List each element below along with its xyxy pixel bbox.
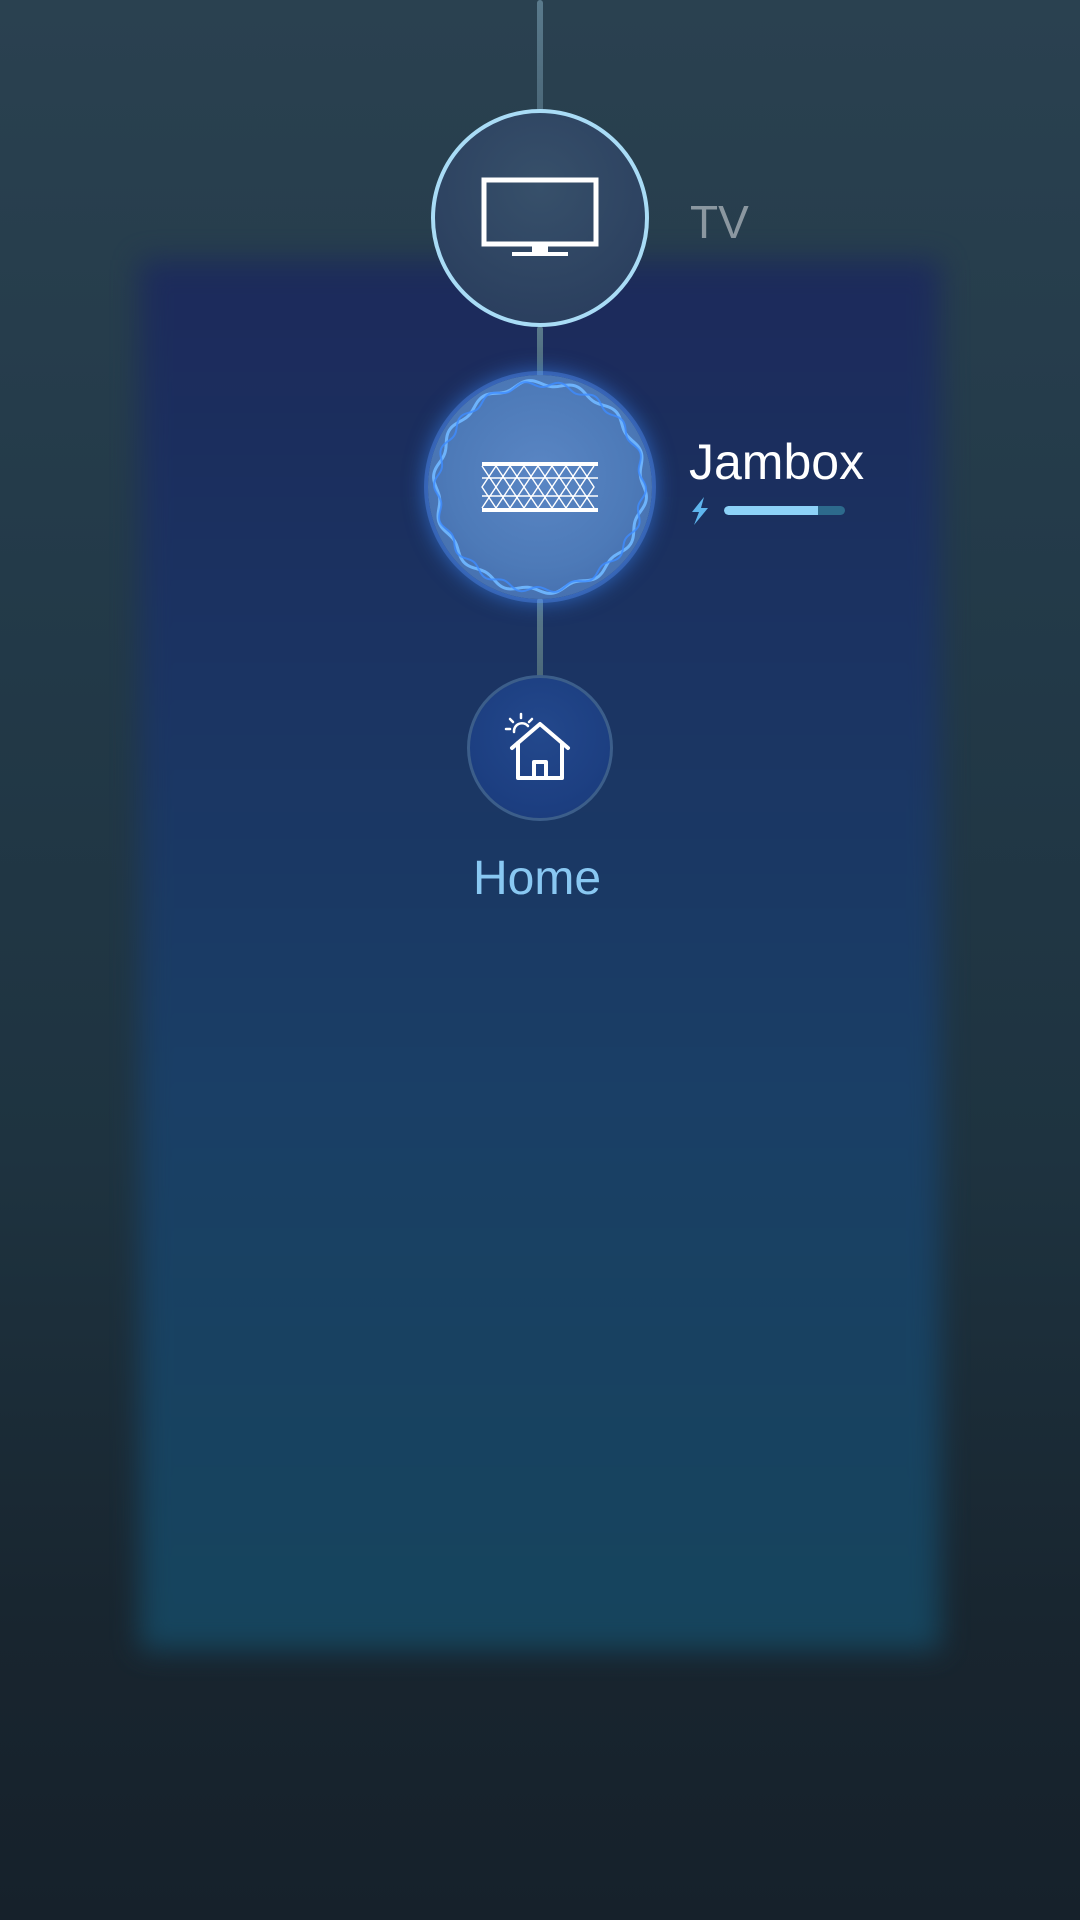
jambox-label: Jambox (689, 434, 865, 490)
home-icon (504, 712, 570, 780)
active-ring (432, 379, 648, 595)
tv-device-button[interactable] (431, 109, 649, 327)
home-label: Home (473, 852, 602, 905)
tv-label: TV (690, 196, 749, 248)
connector-jambox-home (537, 598, 543, 678)
connector-tv-jambox (537, 326, 543, 378)
tv-icon (481, 177, 599, 256)
jambox-device-button[interactable] (428, 375, 652, 599)
battery-level-fill (724, 506, 819, 515)
bolt-icon (692, 497, 708, 525)
home-button[interactable] (467, 675, 613, 821)
connector-top (537, 0, 543, 112)
battery-level-bar (724, 506, 845, 515)
